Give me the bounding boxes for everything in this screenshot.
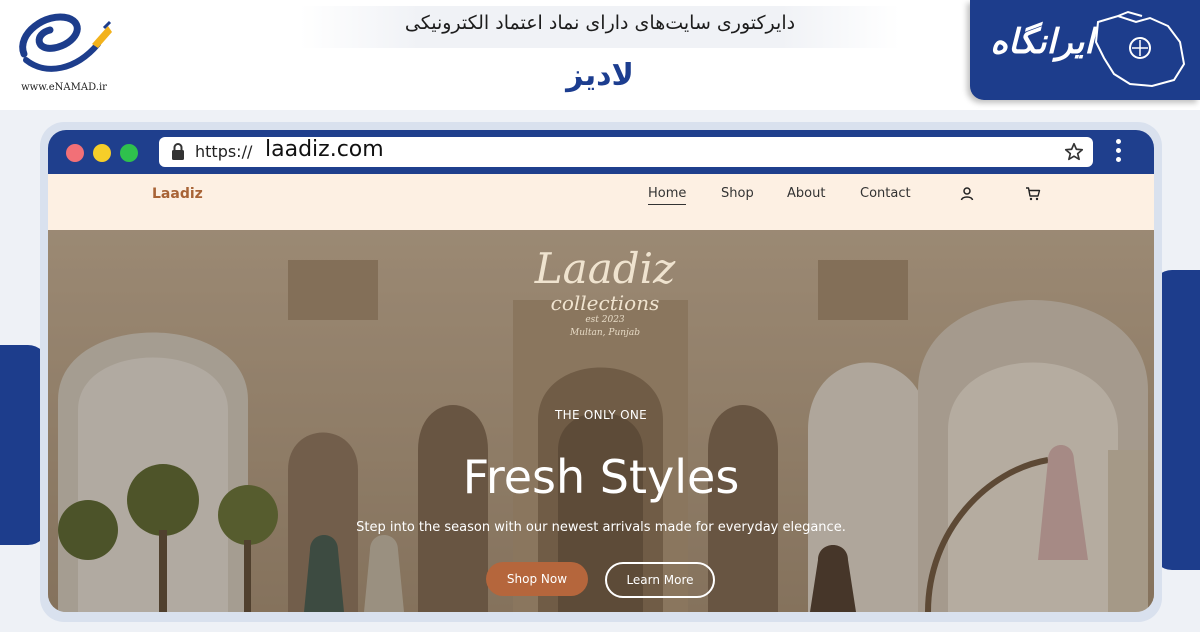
- minimize-window-button[interactable]: [93, 144, 111, 162]
- lock-icon: [172, 143, 184, 160]
- site-logo[interactable]: Laadiz: [152, 186, 203, 202]
- learn-more-button[interactable]: Learn More: [605, 562, 715, 598]
- nav-contact[interactable]: Contact: [860, 186, 911, 201]
- irangah-badge[interactable]: ایرانگاه: [970, 0, 1200, 100]
- nav-about[interactable]: About: [787, 186, 825, 201]
- site-navbar: Laadiz Home Shop About Contact: [48, 174, 1154, 230]
- irangah-logo-text: ایرانگاه: [990, 22, 1094, 62]
- kebab-menu-icon[interactable]: [1114, 139, 1124, 165]
- enamad-url: www.eNAMAD.ir: [21, 82, 107, 93]
- hero-banner: Laadiz collections est 2023 Multan, Punj…: [48, 230, 1154, 612]
- shop-now-button[interactable]: Shop Now: [486, 562, 588, 596]
- hero-brand-city: Multan, Punjab: [570, 328, 640, 338]
- cart-icon[interactable]: [1025, 186, 1041, 202]
- url-domain: laadiz.com: [265, 137, 384, 162]
- hero-eyebrow: THE ONLY ONE: [554, 408, 647, 422]
- iran-map-icon: [1094, 10, 1186, 88]
- nav-shop[interactable]: Shop: [721, 186, 754, 201]
- hero-brand-logo: Laadiz collections est 2023 Multan, Punj…: [470, 246, 740, 340]
- site-name: لادیز: [566, 58, 634, 93]
- hero-subtitle: Step into the season with our newest arr…: [356, 520, 846, 535]
- directory-title: دایرکتوری سایت‌های دارای نماد اعتماد الک…: [404, 12, 796, 34]
- enamad-logo[interactable]: www.eNAMAD.ir: [6, 4, 116, 100]
- hero-brand-est: est 2023: [585, 315, 625, 325]
- website-page: Laadiz Home Shop About Contact Laadiz co…: [48, 174, 1154, 612]
- maximize-window-button[interactable]: [120, 144, 138, 162]
- browser-window: https:// laadiz.com Laadiz Home Shop Abo…: [48, 130, 1154, 612]
- hero-title: Fresh Styles: [462, 450, 740, 504]
- hero-brand-sub: collections: [550, 291, 660, 315]
- enamad-e-icon: [19, 13, 112, 72]
- user-icon[interactable]: [959, 186, 975, 202]
- nav-home[interactable]: Home: [648, 186, 687, 205]
- url-protocol: https://: [195, 142, 253, 161]
- star-icon[interactable]: [1063, 141, 1085, 163]
- hero-brand-name: Laadiz: [534, 244, 676, 293]
- directory-header: www.eNAMAD.ir دایرکتوری سایت‌های دارای ن…: [0, 0, 1200, 110]
- address-bar[interactable]: https:// laadiz.com: [159, 137, 1093, 167]
- close-window-button[interactable]: [66, 144, 84, 162]
